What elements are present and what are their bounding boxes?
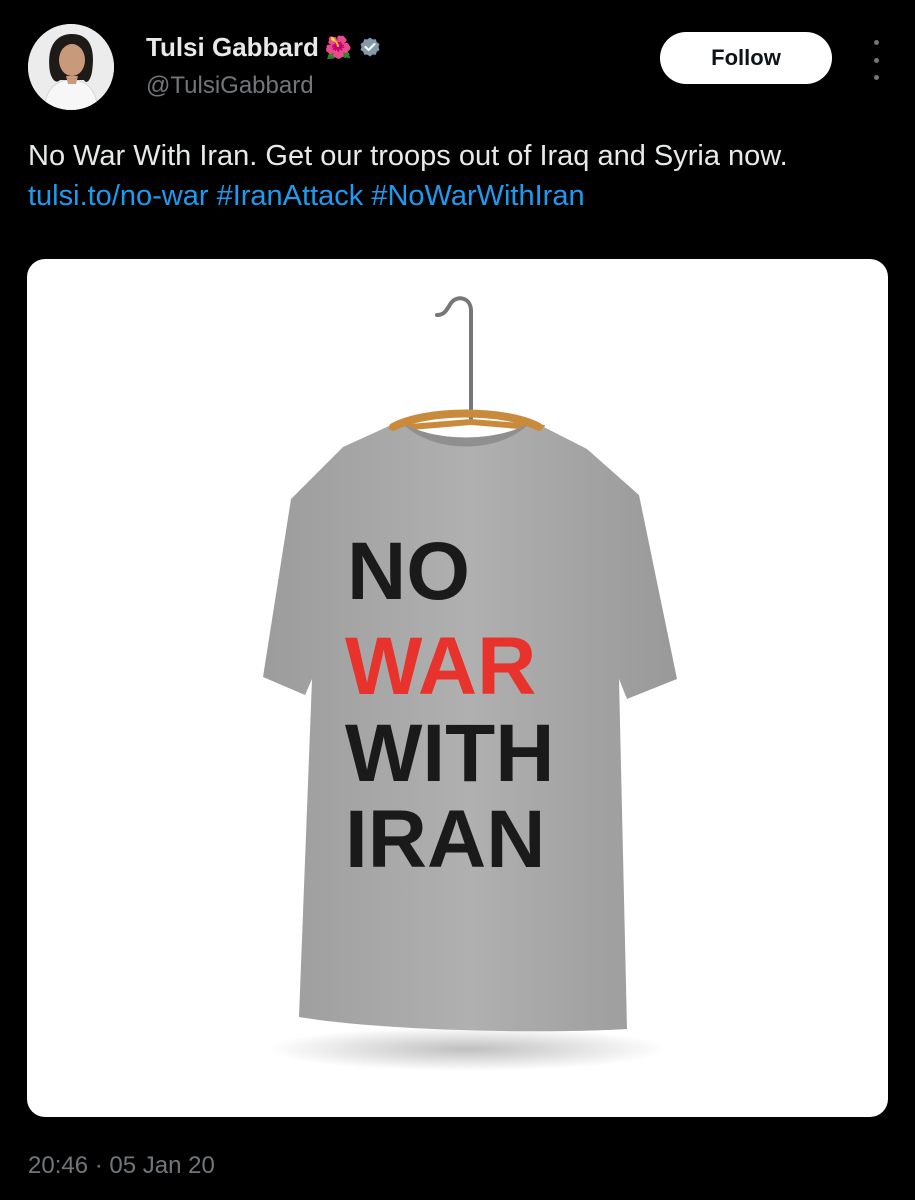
tweet-link[interactable]: tulsi.to/no-war — [28, 180, 209, 212]
shirt-line-war: WAR — [345, 621, 536, 712]
shirt-line-no: NO — [347, 526, 470, 617]
tshirt-image: NO WAR WITH IRAN — [263, 296, 677, 1071]
author-display-name[interactable]: Tulsi Gabbard — [146, 32, 319, 63]
tweet-text: No War With Iran. Get our troops out of … — [28, 136, 888, 216]
tweet-media[interactable]: NO WAR WITH IRAN — [27, 259, 888, 1117]
verified-badge-icon[interactable] — [358, 36, 382, 60]
author-name-row: Tulsi Gabbard 🌺 — [146, 32, 382, 63]
author-handle[interactable]: @TulsiGabbard — [146, 72, 314, 100]
hibiscus-emoji: 🌺 — [324, 34, 353, 60]
shirt-line-with: WITH — [345, 708, 554, 799]
shirt-line-iran: IRAN — [345, 794, 545, 885]
avatar[interactable] — [28, 24, 114, 110]
follow-button[interactable]: Follow — [660, 32, 832, 84]
avatar-image — [28, 24, 114, 110]
hashtag-iranattack[interactable]: #IranAttack — [217, 180, 364, 212]
more-options-icon[interactable] — [866, 40, 886, 80]
hashtag-nowarwithiran[interactable]: #NoWarWithIran — [371, 180, 584, 212]
tweet-body: No War With Iran. Get our troops out of … — [28, 140, 788, 172]
tweet-timestamp[interactable]: 20:46 · 05 Jan 20 — [28, 1152, 215, 1180]
